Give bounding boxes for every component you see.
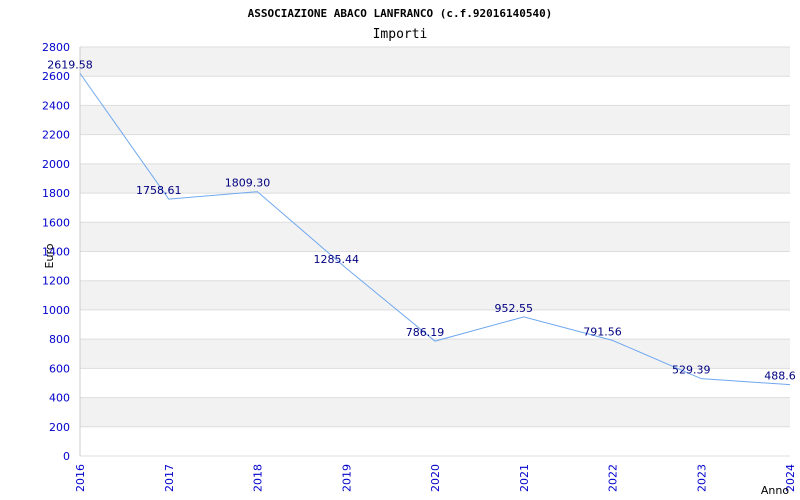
y-tick-label: 2200 bbox=[42, 129, 70, 142]
grid-band bbox=[80, 280, 790, 310]
grid-band bbox=[80, 105, 790, 135]
data-label: 488.6 bbox=[764, 370, 796, 383]
grid-band bbox=[80, 397, 790, 427]
x-tick-label: 2016 bbox=[74, 464, 87, 492]
chart-subtitle: Importi bbox=[373, 27, 428, 42]
data-label: 1285.44 bbox=[314, 253, 360, 266]
data-label: 2619.58 bbox=[47, 58, 93, 71]
x-tick-label: 2023 bbox=[695, 464, 708, 492]
x-tick-label: 2021 bbox=[518, 464, 531, 492]
x-tick-label: 2020 bbox=[429, 464, 442, 492]
y-tick-label: 1600 bbox=[42, 216, 70, 229]
y-tick-label: 2400 bbox=[42, 99, 70, 112]
plot-background bbox=[79, 46, 790, 457]
data-label: 786.19 bbox=[406, 326, 445, 339]
y-tick-label: 1200 bbox=[42, 275, 70, 288]
y-tick-label: 2800 bbox=[42, 41, 70, 54]
data-label: 1809.30 bbox=[225, 177, 271, 190]
y-axis-label: Euro bbox=[43, 243, 56, 268]
grid-band bbox=[80, 163, 790, 194]
data-label: 952.55 bbox=[495, 302, 534, 315]
y-tick-label: 2600 bbox=[42, 70, 70, 83]
data-label: 1758.61 bbox=[136, 184, 182, 197]
y-tick-label: 1800 bbox=[42, 187, 70, 200]
grid-band bbox=[80, 134, 790, 164]
y-tick-label: 200 bbox=[49, 421, 70, 434]
x-tick-label: 2018 bbox=[252, 464, 265, 492]
x-tick-label: 2019 bbox=[340, 464, 353, 492]
x-tick-label: 2022 bbox=[607, 464, 620, 492]
y-tick-label: 800 bbox=[49, 333, 70, 346]
chart-title: ASSOCIAZIONE ABACO LANFRANCO (c.f.920161… bbox=[248, 7, 553, 20]
y-tick-label: 0 bbox=[63, 450, 70, 463]
y-tick-label: 2000 bbox=[42, 158, 70, 171]
line-chart: ASSOCIAZIONE ABACO LANFRANCO (c.f.920161… bbox=[42, 7, 797, 497]
data-label: 529.39 bbox=[672, 364, 711, 377]
data-label: 791.56 bbox=[583, 325, 622, 338]
y-tick-label: 600 bbox=[49, 362, 70, 375]
grid-band bbox=[80, 426, 790, 456]
x-axis-label: Anno bbox=[761, 484, 789, 497]
grid-band bbox=[80, 76, 790, 106]
y-tick-label: 1000 bbox=[42, 304, 70, 317]
x-axis-ticks: 2016 2017 2018 2019 2020 2021 2022 2023 2024 bbox=[74, 464, 797, 492]
grid-band bbox=[80, 47, 790, 77]
grid-band bbox=[80, 251, 790, 281]
y-tick-label: 400 bbox=[49, 392, 70, 405]
grid-band bbox=[80, 222, 790, 252]
x-tick-label: 2017 bbox=[163, 464, 176, 492]
